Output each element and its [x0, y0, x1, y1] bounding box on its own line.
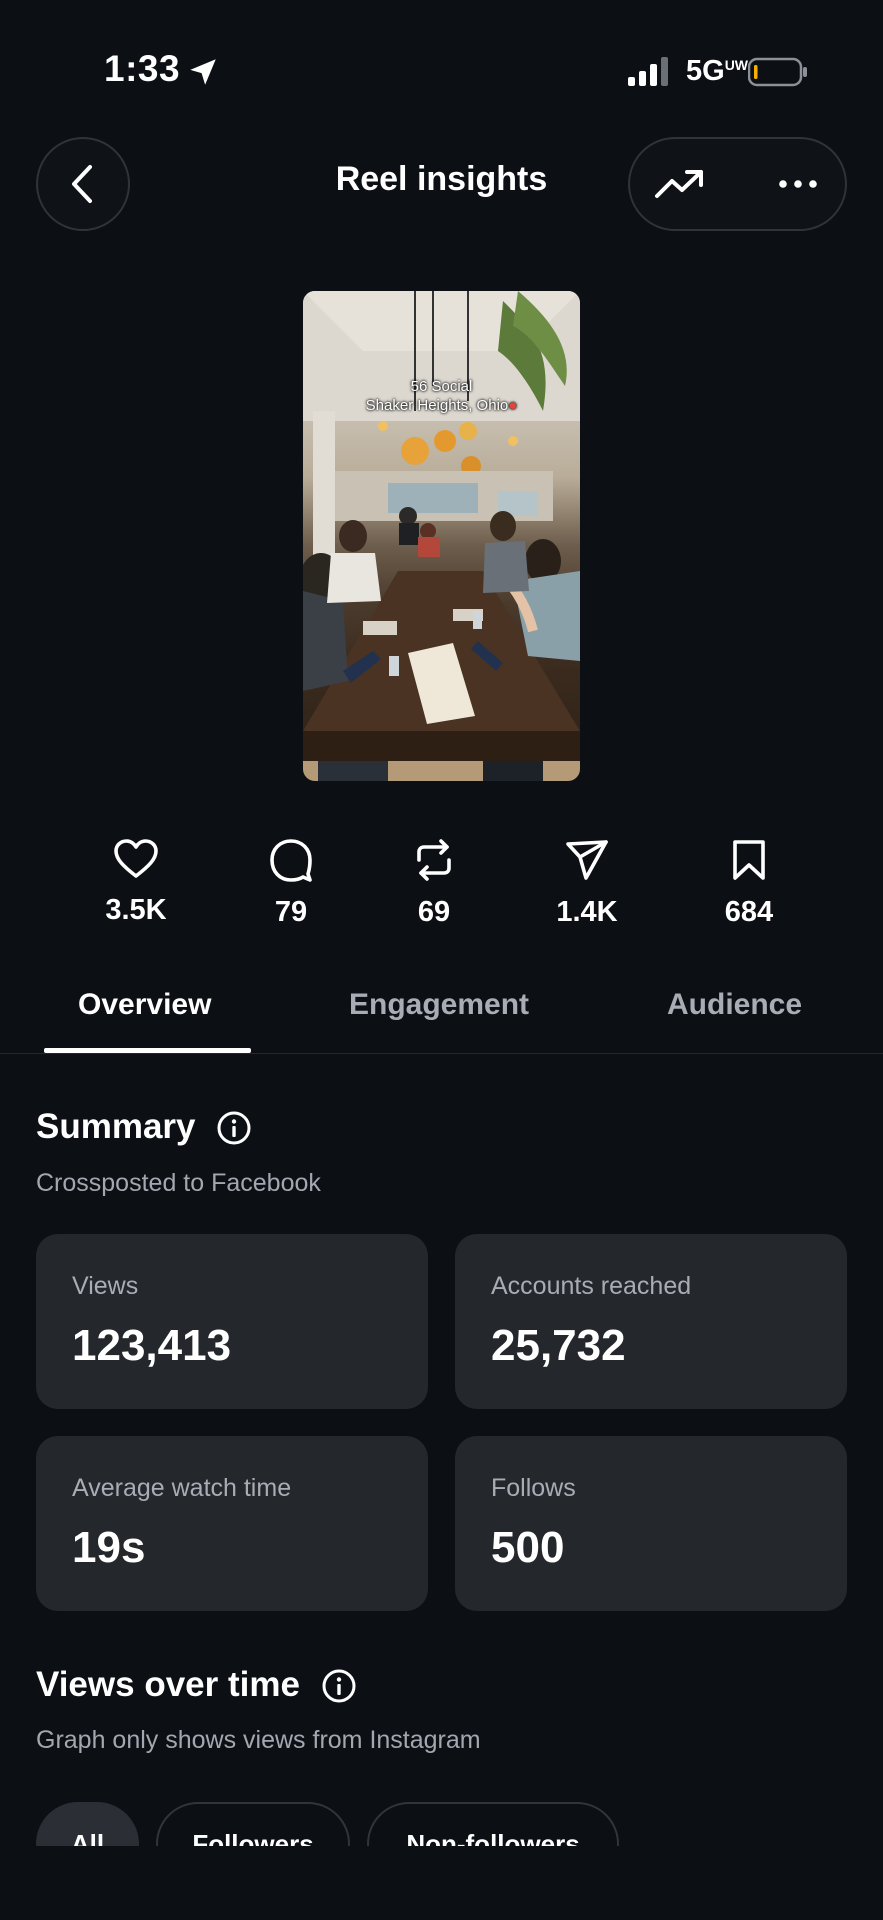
accounts-reached-value: 25,732 — [491, 1321, 626, 1370]
saves-stat: 684 — [689, 838, 809, 929]
summary-subtitle: Crossposted to Facebook — [36, 1169, 321, 1197]
more-horizontal-icon[interactable] — [778, 176, 818, 192]
reposts-count: 69 — [417, 896, 451, 928]
location-arrow-icon — [190, 59, 216, 85]
reposts-stat: 69 — [374, 838, 494, 929]
reel-scene-image — [303, 291, 580, 781]
shares-count: 1.4K — [556, 896, 618, 928]
comment-icon — [270, 839, 312, 882]
views-value: 123,413 — [72, 1321, 232, 1370]
likes-stat: 3.5K — [76, 838, 196, 927]
reel-caption: 56 Social Shaker Heights, Ohio● — [365, 378, 518, 414]
signal-bars-icon — [628, 57, 668, 86]
accounts-reached-card: Accounts reached 25,732 — [455, 1234, 847, 1409]
views-over-time-title: Views over time — [36, 1665, 300, 1704]
comments-count: 79 — [274, 896, 308, 928]
views-label: Views — [72, 1272, 139, 1300]
shares-stat: 1.4K — [527, 838, 647, 929]
follows-value: 500 — [491, 1523, 565, 1572]
average-watch-time-value: 19s — [72, 1523, 146, 1572]
tabs-divider — [0, 1053, 883, 1054]
accounts-reached-label: Accounts reached — [491, 1272, 692, 1300]
average-watch-time-label: Average watch time — [72, 1474, 292, 1502]
views-card: Views 123,413 — [36, 1234, 428, 1409]
trending-up-icon[interactable] — [654, 168, 706, 202]
comments-stat: 79 — [231, 838, 351, 929]
tab-overview[interactable]: Overview — [78, 988, 211, 1022]
share-icon — [566, 840, 608, 880]
average-watch-time-card: Average watch time 19s — [36, 1436, 428, 1611]
reel-thumbnail[interactable]: 56 Social Shaker Heights, Ohio● — [303, 291, 580, 781]
info-icon[interactable] — [322, 1669, 356, 1703]
status-time: 1:33 — [104, 48, 181, 89]
bookmark-icon — [733, 840, 765, 880]
heart-icon — [114, 839, 158, 878]
network-indicator: 5GUW — [686, 55, 749, 87]
battery-low-icon — [748, 57, 807, 87]
repost-icon — [417, 839, 451, 881]
info-icon[interactable] — [217, 1111, 251, 1145]
scroll-clip — [0, 1846, 883, 1920]
tab-audience[interactable]: Audience — [667, 988, 802, 1022]
follows-card: Follows 500 — [455, 1436, 847, 1611]
likes-count: 3.5K — [105, 894, 167, 926]
tab-engagement[interactable]: Engagement — [349, 988, 529, 1022]
summary-title: Summary — [36, 1107, 196, 1146]
follows-label: Follows — [491, 1474, 576, 1502]
views-over-time-subtitle: Graph only shows views from Instagram — [36, 1726, 481, 1754]
saves-count: 684 — [724, 896, 774, 928]
